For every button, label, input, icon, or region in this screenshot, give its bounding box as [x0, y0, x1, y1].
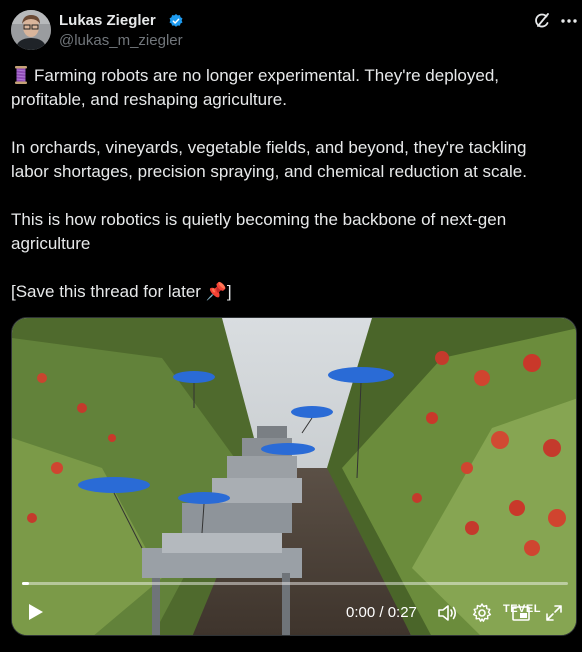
tweet-paragraph-3: This is how robotics is quietly becoming…: [11, 210, 507, 253]
author-handle[interactable]: @lukas_m_ziegler: [59, 32, 183, 50]
video-frame: [12, 318, 576, 635]
more-options-icon[interactable]: [559, 11, 579, 31]
gear-icon[interactable]: [471, 602, 493, 624]
tweet-paragraph-1: Farming robots are no longer experimenta…: [11, 66, 500, 109]
fullscreen-icon[interactable]: [543, 602, 565, 624]
video-time-display: 0:00 / 0:27: [346, 604, 417, 621]
play-icon[interactable]: [24, 601, 46, 623]
tweet-paragraph-2: In orchards, vineyards, vegetable fields…: [11, 138, 527, 181]
volume-icon[interactable]: [436, 602, 458, 624]
verified-badge-icon[interactable]: [168, 13, 184, 29]
picture-in-picture-icon[interactable]: [510, 602, 532, 624]
tweet-paragraph: Farming robots are no longer experimenta…: [11, 64, 567, 112]
video-progress-fill: [22, 582, 29, 585]
tweet-body: Farming robots are no longer experimenta…: [11, 64, 567, 304]
tweet-header: Lukas Ziegler @lukas_m_ziegler: [11, 10, 577, 54]
avatar[interactable]: [11, 10, 51, 50]
thread-icon: [11, 65, 31, 85]
video-player[interactable]: 0:00 / 0:27 TEVEL: [11, 317, 577, 636]
author-display-name[interactable]: Lukas Ziegler: [59, 12, 156, 30]
video-progress-bar[interactable]: [22, 582, 568, 585]
grok-icon[interactable]: [532, 11, 552, 31]
tweet-paragraph-4: [Save this thread for later 📌]: [11, 282, 232, 301]
